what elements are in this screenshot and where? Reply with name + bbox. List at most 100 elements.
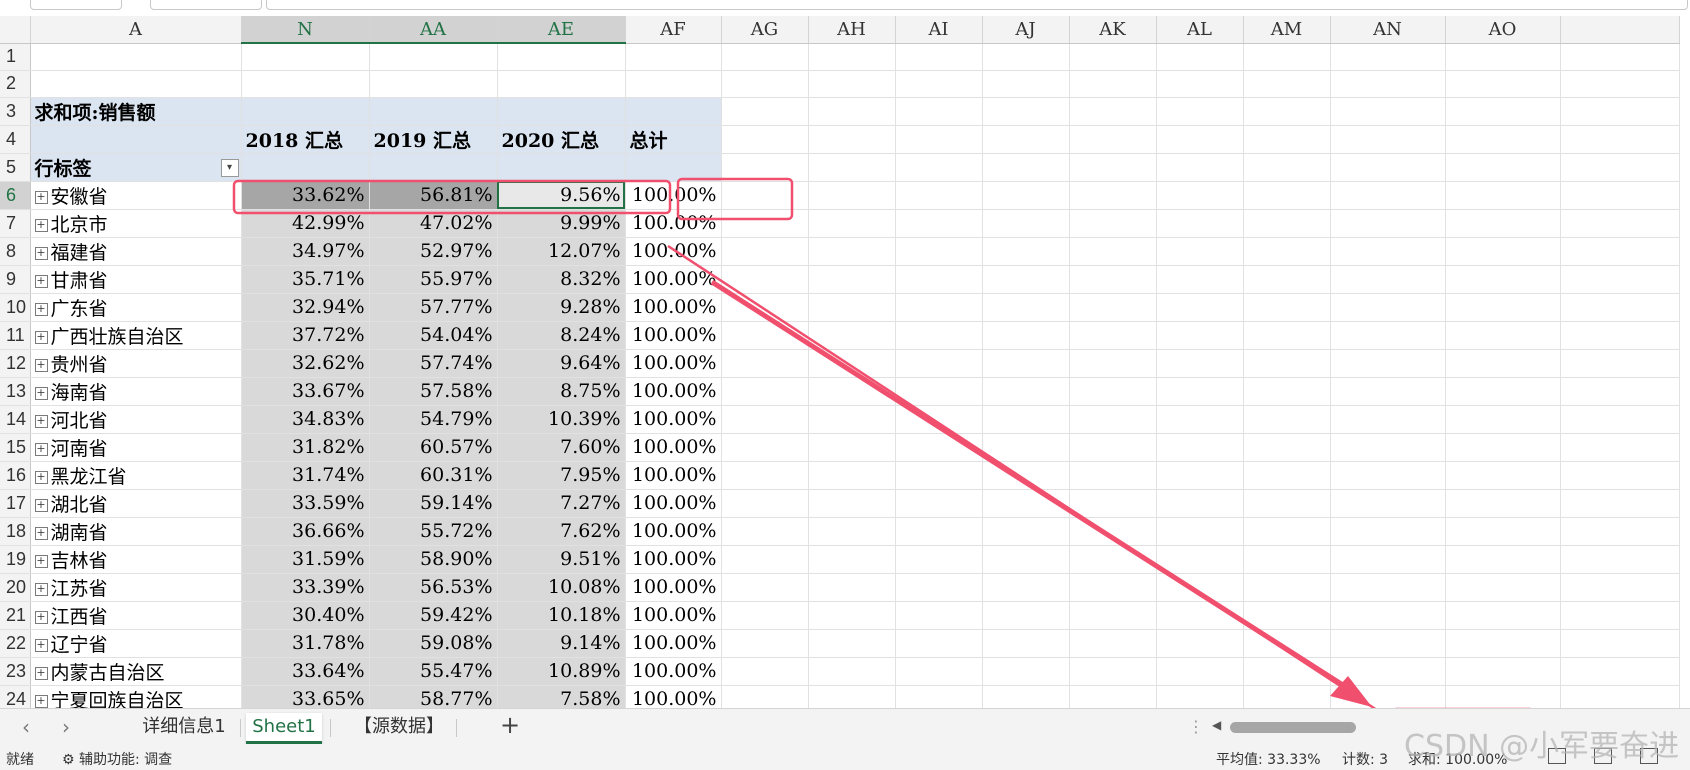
cell[interactable]: [1069, 97, 1157, 126]
function-box[interactable]: [150, 0, 262, 10]
cell[interactable]: [1243, 433, 1331, 462]
cell[interactable]: [895, 517, 983, 546]
percent-cell[interactable]: 58.90%: [369, 545, 498, 574]
tab-next-icon[interactable]: ›: [62, 715, 70, 739]
cell[interactable]: [895, 237, 983, 266]
cell[interactable]: [721, 237, 809, 266]
cell[interactable]: [1560, 237, 1680, 266]
cell[interactable]: [721, 545, 809, 574]
pivot-header-cell[interactable]: [369, 153, 498, 182]
cell[interactable]: [982, 97, 1070, 126]
percent-cell[interactable]: 37.72%: [241, 321, 370, 350]
pivot-row-label[interactable]: + 湖南省: [30, 517, 242, 546]
scroll-left-icon[interactable]: ◀: [1212, 718, 1221, 732]
cell[interactable]: [721, 181, 809, 210]
grand-total-cell[interactable]: 100.00%: [625, 657, 722, 686]
expand-icon[interactable]: +: [34, 303, 48, 316]
cell[interactable]: [30, 43, 242, 71]
cell[interactable]: [982, 70, 1070, 98]
cell[interactable]: [982, 489, 1070, 518]
cell[interactable]: [1069, 489, 1157, 518]
cell[interactable]: [1156, 517, 1244, 546]
column-header-ai[interactable]: AI: [895, 16, 983, 44]
cell[interactable]: [1156, 461, 1244, 490]
cell[interactable]: [1069, 349, 1157, 378]
cell[interactable]: [1243, 377, 1331, 406]
cell[interactable]: [721, 349, 809, 378]
cell[interactable]: [1560, 265, 1680, 294]
cell[interactable]: [721, 489, 809, 518]
cell[interactable]: [1560, 657, 1680, 686]
cell[interactable]: [808, 433, 896, 462]
cell[interactable]: [1445, 70, 1561, 98]
cell[interactable]: [982, 573, 1070, 602]
cell[interactable]: [1560, 601, 1680, 630]
cell[interactable]: [1330, 601, 1446, 630]
percent-cell[interactable]: 54.79%: [369, 405, 498, 434]
row-header[interactable]: 16: [0, 461, 31, 490]
percent-cell[interactable]: 9.28%: [497, 293, 626, 322]
row-header[interactable]: 22: [0, 629, 31, 658]
percent-cell[interactable]: 8.75%: [497, 377, 626, 406]
cell[interactable]: [1445, 125, 1561, 154]
row-header[interactable]: 4: [0, 125, 31, 154]
cell[interactable]: [1445, 629, 1561, 658]
cell[interactable]: [982, 517, 1070, 546]
row-header[interactable]: 24: [0, 685, 31, 708]
cell[interactable]: [895, 405, 983, 434]
cell[interactable]: [1330, 70, 1446, 98]
cell[interactable]: [1156, 321, 1244, 350]
pivot-header-cell[interactable]: [497, 97, 626, 126]
cell[interactable]: [1330, 433, 1446, 462]
grand-total-cell[interactable]: 100.00%: [625, 433, 722, 462]
cell[interactable]: [895, 685, 983, 708]
row-header[interactable]: 18: [0, 517, 31, 546]
cell[interactable]: [1243, 685, 1331, 708]
cell[interactable]: [982, 657, 1070, 686]
cell[interactable]: [895, 601, 983, 630]
cell[interactable]: [1069, 517, 1157, 546]
column-header-aa[interactable]: AA: [369, 16, 498, 44]
cell[interactable]: [982, 237, 1070, 266]
grand-total-cell[interactable]: 100.00%: [625, 405, 722, 434]
percent-cell[interactable]: 60.57%: [369, 433, 498, 462]
percent-cell[interactable]: 8.24%: [497, 321, 626, 350]
percent-cell[interactable]: 7.27%: [497, 489, 626, 518]
select-all-corner[interactable]: [0, 16, 31, 44]
grand-total-cell[interactable]: 100.00%: [625, 181, 722, 210]
grand-total-cell[interactable]: 100.00%: [625, 237, 722, 266]
percent-cell[interactable]: 36.66%: [241, 517, 370, 546]
percent-cell[interactable]: 7.62%: [497, 517, 626, 546]
cell[interactable]: [1560, 349, 1680, 378]
cell[interactable]: [721, 517, 809, 546]
row-header[interactable]: 2: [0, 70, 31, 98]
cell[interactable]: [982, 43, 1070, 71]
cell[interactable]: [982, 209, 1070, 238]
row-header[interactable]: 1: [0, 43, 31, 71]
cell[interactable]: [982, 377, 1070, 406]
cell[interactable]: [1445, 43, 1561, 71]
percent-cell[interactable]: 57.77%: [369, 293, 498, 322]
cell[interactable]: [808, 209, 896, 238]
expand-icon[interactable]: +: [34, 191, 48, 204]
pivot-row-label[interactable]: + 广东省: [30, 293, 242, 322]
percent-cell[interactable]: 57.58%: [369, 377, 498, 406]
cell[interactable]: [1156, 573, 1244, 602]
grand-total-cell[interactable]: 100.00%: [625, 293, 722, 322]
pivot-row-label[interactable]: + 辽宁省: [30, 629, 242, 658]
cell[interactable]: [1156, 209, 1244, 238]
cell[interactable]: [1156, 97, 1244, 126]
percent-cell[interactable]: 57.74%: [369, 349, 498, 378]
cell[interactable]: [1243, 209, 1331, 238]
cell[interactable]: [1560, 321, 1680, 350]
percent-cell[interactable]: 32.62%: [241, 349, 370, 378]
cell[interactable]: [1156, 237, 1244, 266]
cell[interactable]: [1445, 461, 1561, 490]
percent-cell[interactable]: 9.99%: [497, 209, 626, 238]
row-header[interactable]: 15: [0, 433, 31, 462]
cell[interactable]: [1560, 405, 1680, 434]
cell[interactable]: [895, 97, 983, 126]
cell[interactable]: [721, 685, 809, 708]
cell[interactable]: [808, 629, 896, 658]
row-header[interactable]: 17: [0, 489, 31, 518]
